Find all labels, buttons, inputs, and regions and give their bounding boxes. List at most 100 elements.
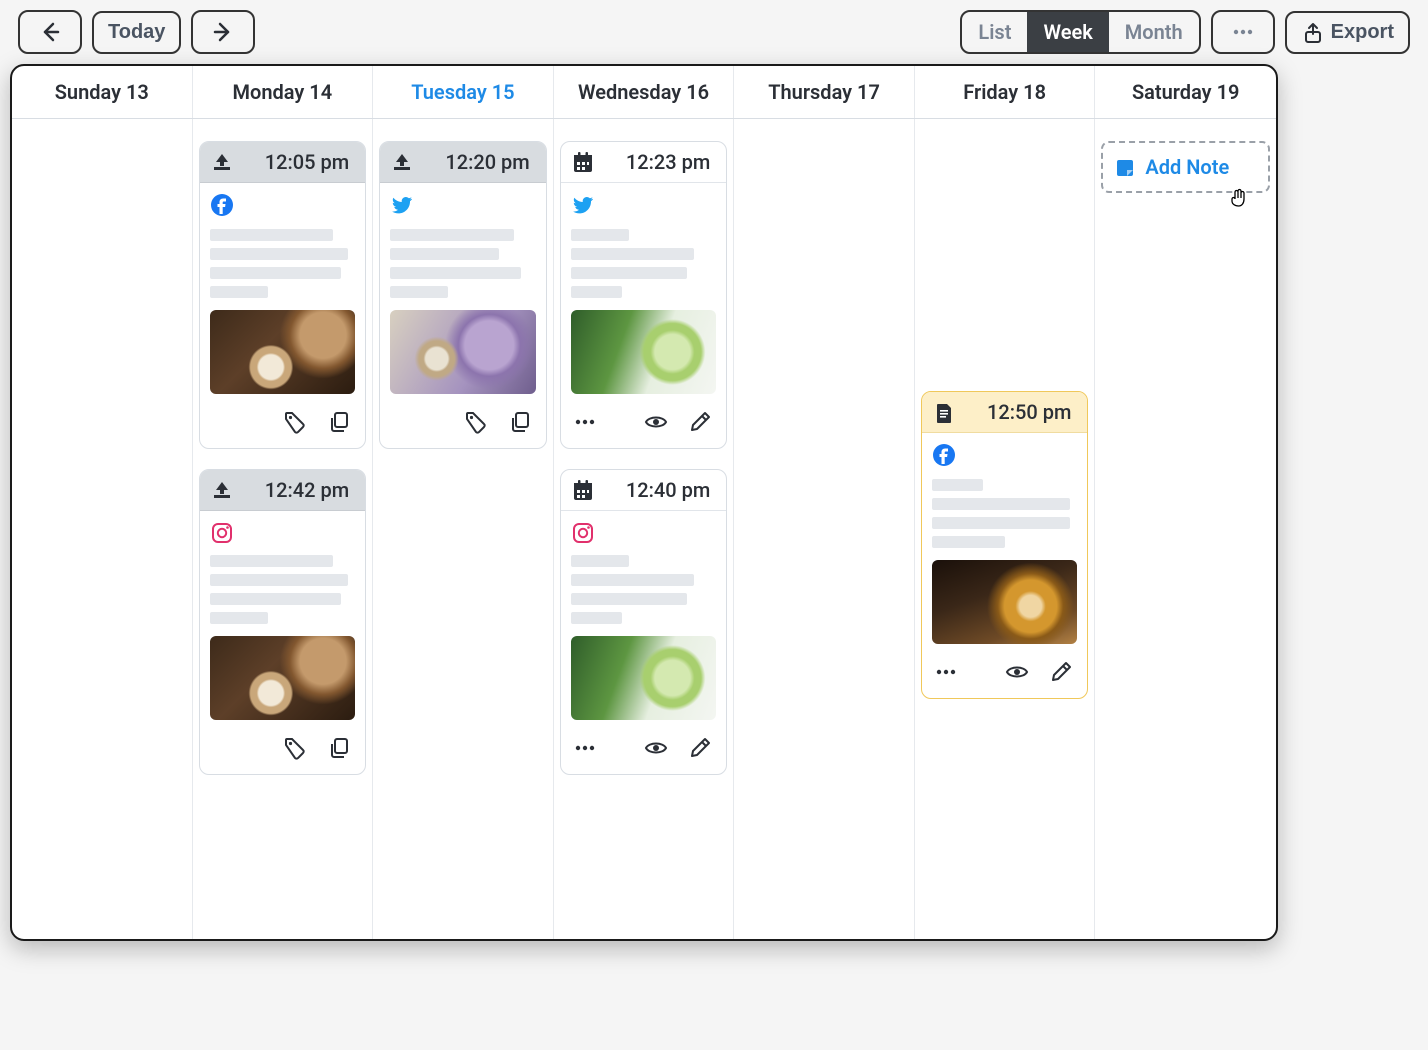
- card-more-button[interactable]: [571, 734, 601, 764]
- prev-button[interactable]: [18, 10, 82, 54]
- post-time: 12:50 pm: [987, 400, 1071, 424]
- week-body: 12:05 pm 12:42 pm: [12, 119, 1276, 939]
- ellipsis-icon: [934, 660, 960, 686]
- calendar-icon: [571, 478, 595, 502]
- post-card[interactable]: 12:42 pm: [199, 469, 367, 775]
- copy-button[interactable]: [325, 734, 355, 764]
- copy-button[interactable]: [506, 408, 536, 438]
- next-button[interactable]: [191, 10, 255, 54]
- week-header: Sunday 13 Monday 14 Tuesday 15 Wednesday…: [12, 66, 1276, 119]
- card-header: 12:20 pm: [380, 142, 546, 183]
- view-week[interactable]: Week: [1027, 12, 1108, 52]
- day-header-mon: Monday 14: [193, 66, 374, 118]
- view-button[interactable]: [642, 734, 672, 764]
- card-more-button[interactable]: [571, 408, 601, 438]
- calendar-icon: [571, 150, 595, 174]
- post-text-placeholder: [390, 229, 536, 298]
- day-col-mon[interactable]: 12:05 pm 12:42 pm: [193, 119, 374, 939]
- upload-icon: [210, 150, 234, 174]
- day-header-sat: Saturday 19: [1095, 66, 1276, 118]
- view-list[interactable]: List: [962, 12, 1027, 52]
- view-button[interactable]: [642, 408, 672, 438]
- eye-icon: [1005, 660, 1031, 686]
- view-toggle: List Week Month: [960, 10, 1200, 54]
- post-time: 12:23 pm: [626, 150, 710, 174]
- export-icon: [1301, 21, 1323, 43]
- post-thumbnail: [571, 310, 717, 394]
- ellipsis-icon: [573, 410, 599, 436]
- post-thumbnail: [210, 636, 356, 720]
- day-col-fri[interactable]: 12:50 pm: [915, 119, 1096, 939]
- edit-button[interactable]: [686, 734, 716, 764]
- day-header-thu: Thursday 17: [734, 66, 915, 118]
- facebook-icon: [210, 193, 356, 221]
- instagram-icon: [571, 521, 717, 547]
- tag-button[interactable]: [281, 408, 311, 438]
- twitter-icon: [390, 193, 536, 221]
- copy-icon: [327, 736, 353, 762]
- post-card-draft[interactable]: 12:50 pm: [921, 391, 1089, 699]
- day-col-sun[interactable]: [12, 119, 193, 939]
- upload-icon: [210, 478, 234, 502]
- copy-button[interactable]: [325, 408, 355, 438]
- card-header: 12:40 pm: [561, 470, 727, 511]
- card-actions: [200, 404, 366, 448]
- more-button[interactable]: [1211, 10, 1275, 54]
- view-button[interactable]: [1003, 658, 1033, 688]
- copy-icon: [327, 410, 353, 436]
- tag-icon: [283, 736, 309, 762]
- day-header-tue: Tuesday 15: [373, 66, 554, 118]
- tag-button[interactable]: [462, 408, 492, 438]
- card-header: 12:42 pm: [200, 470, 366, 511]
- post-card[interactable]: 12:40 pm: [560, 469, 728, 775]
- twitter-icon: [571, 193, 717, 221]
- card-more-button[interactable]: [932, 658, 962, 688]
- view-month[interactable]: Month: [1109, 12, 1199, 52]
- export-button[interactable]: Export: [1285, 11, 1410, 54]
- ellipsis-icon: [1231, 20, 1255, 44]
- instagram-icon: [210, 521, 356, 547]
- upload-icon: [390, 150, 414, 174]
- post-thumbnail: [571, 636, 717, 720]
- hand-cursor-icon: [1226, 187, 1248, 213]
- day-col-tue[interactable]: 12:20 pm: [373, 119, 554, 939]
- arrow-right-icon: [211, 20, 235, 44]
- day-col-wed[interactable]: 12:23 pm 12:40 pm: [554, 119, 735, 939]
- card-header: 12:23 pm: [561, 142, 727, 183]
- edit-icon: [688, 410, 714, 436]
- edit-button[interactable]: [1047, 658, 1077, 688]
- eye-icon: [644, 736, 670, 762]
- card-actions: [561, 404, 727, 448]
- day-header-fri: Friday 18: [915, 66, 1096, 118]
- post-text-placeholder: [210, 555, 356, 624]
- post-time: 12:20 pm: [445, 150, 529, 174]
- card-actions: [922, 654, 1088, 698]
- post-time: 12:05 pm: [265, 150, 349, 174]
- tag-button[interactable]: [281, 734, 311, 764]
- day-header-wed: Wednesday 16: [554, 66, 735, 118]
- tag-icon: [283, 410, 309, 436]
- post-time: 12:40 pm: [626, 478, 710, 502]
- edit-button[interactable]: [686, 408, 716, 438]
- card-actions: [380, 404, 546, 448]
- post-thumbnail: [210, 310, 356, 394]
- day-header-sun: Sunday 13: [12, 66, 193, 118]
- today-button[interactable]: Today: [92, 11, 181, 54]
- post-card[interactable]: 12:23 pm: [560, 141, 728, 449]
- edit-icon: [688, 736, 714, 762]
- post-time: 12:42 pm: [265, 478, 349, 502]
- facebook-icon: [932, 443, 1078, 471]
- card-actions: [200, 730, 366, 774]
- post-card[interactable]: 12:05 pm: [199, 141, 367, 449]
- day-col-sat[interactable]: Add Note: [1095, 119, 1276, 939]
- day-col-thu[interactable]: [734, 119, 915, 939]
- post-thumbnail: [932, 560, 1078, 644]
- card-header: 12:05 pm: [200, 142, 366, 183]
- post-card[interactable]: 12:20 pm: [379, 141, 547, 449]
- post-text-placeholder: [571, 229, 717, 298]
- add-note-button[interactable]: Add Note: [1101, 141, 1270, 193]
- note-icon: [1113, 156, 1135, 178]
- card-header: 12:50 pm: [922, 392, 1088, 433]
- draft-icon: [932, 401, 954, 423]
- arrow-left-icon: [38, 20, 62, 44]
